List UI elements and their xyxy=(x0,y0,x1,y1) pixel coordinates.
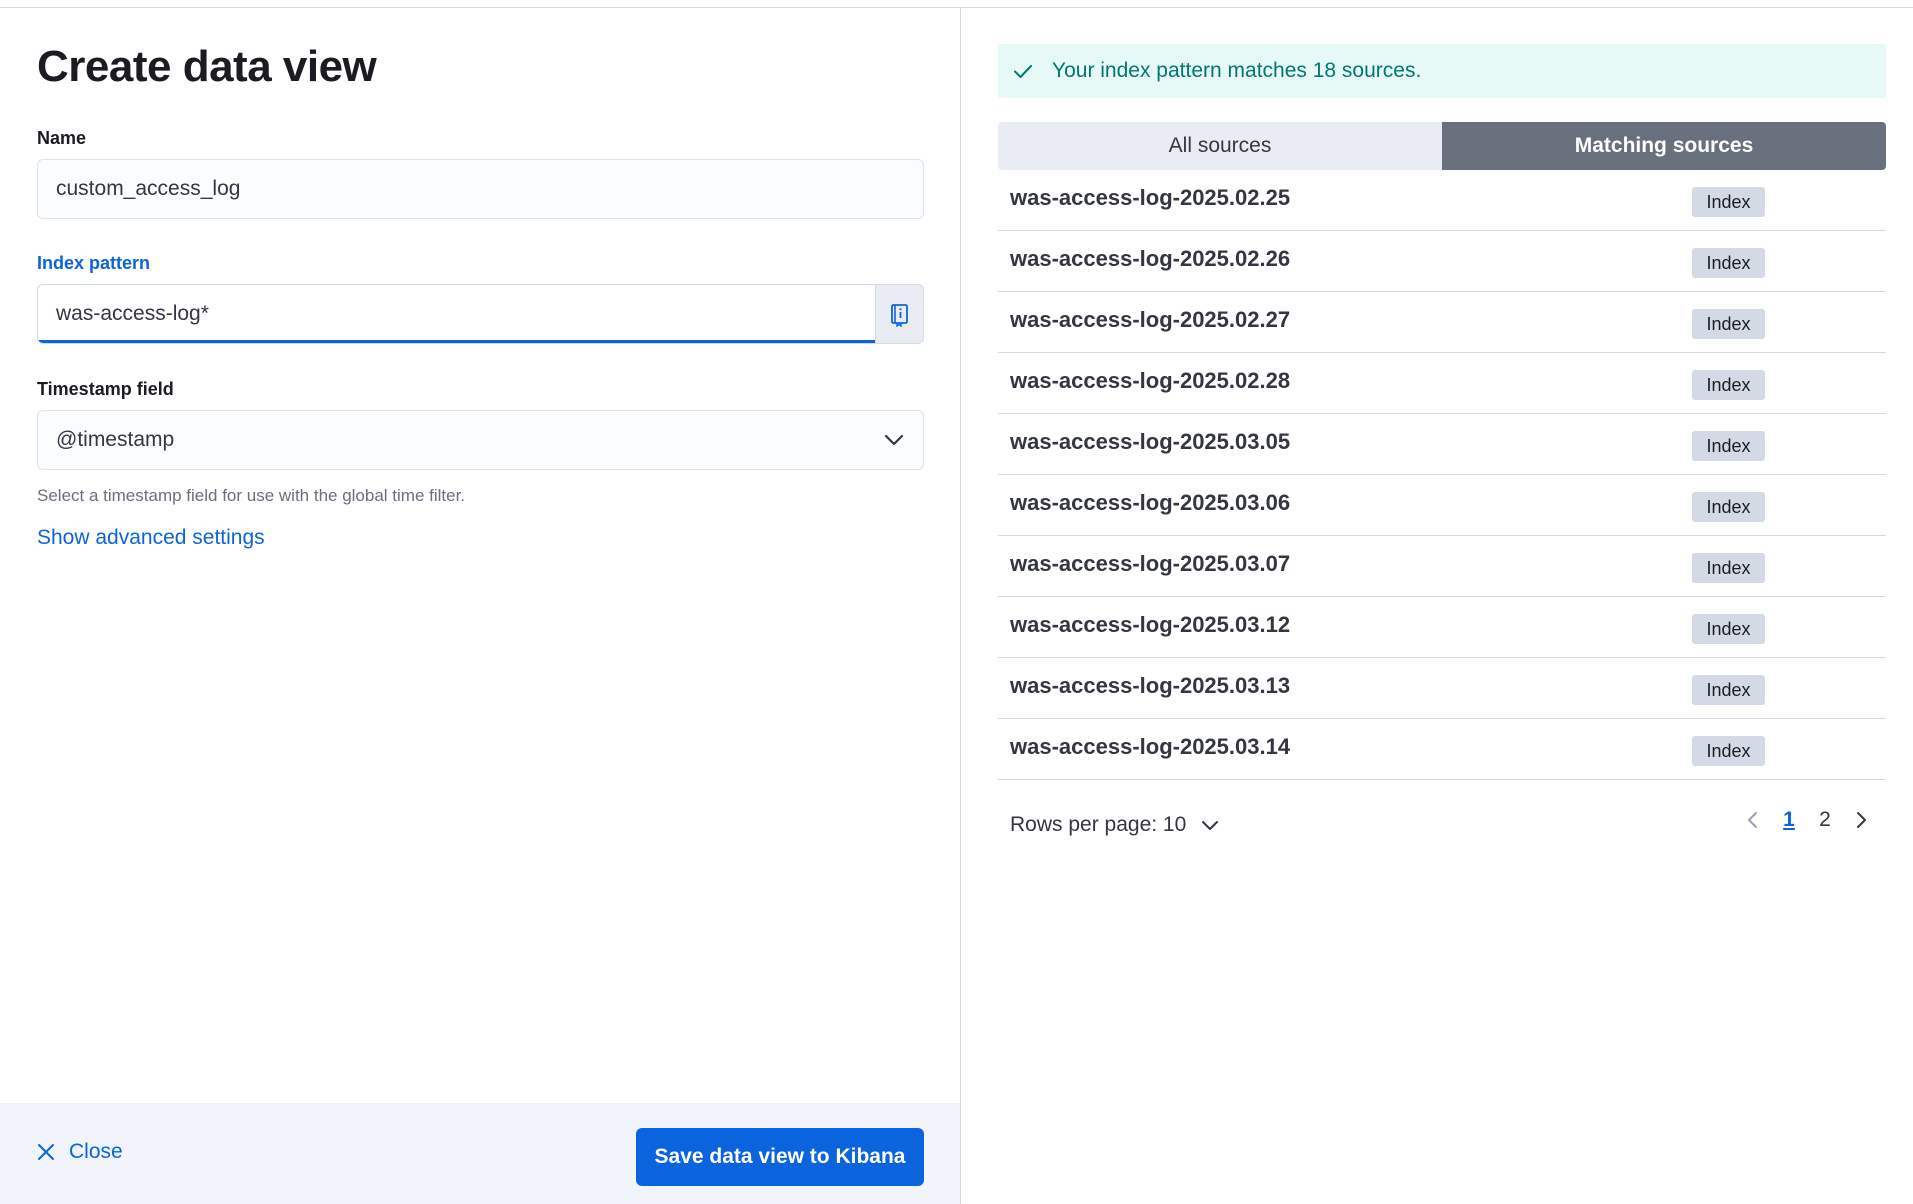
type-badge: Index xyxy=(1692,614,1765,644)
type-badge: Index xyxy=(1692,309,1765,339)
sources-panel: Your index pattern matches 18 sources. A… xyxy=(962,8,1913,1204)
index-pattern-input[interactable]: was-access-log* xyxy=(37,284,924,344)
table-row: was-access-log-2025.02.28 Index xyxy=(998,353,1886,414)
table-row: was-access-log-2025.03.06 Index xyxy=(998,475,1886,536)
type-badge: Index xyxy=(1692,553,1765,583)
source-name: was-access-log-2025.03.06 xyxy=(1010,490,1291,515)
book-info-icon xyxy=(890,304,908,327)
source-name: was-access-log-2025.02.25 xyxy=(1010,185,1291,210)
table-row: was-access-log-2025.02.27 Index xyxy=(998,292,1886,353)
focus-underline xyxy=(38,340,876,343)
tab-all-sources[interactable]: All sources xyxy=(998,122,1442,170)
table-row: was-access-log-2025.03.07 Index xyxy=(998,536,1886,597)
index-pattern-value: was-access-log* xyxy=(56,302,209,325)
index-pattern-label: Index pattern xyxy=(37,253,151,273)
source-name: was-access-log-2025.03.13 xyxy=(1010,673,1291,698)
table-row: was-access-log-2025.03.12 Index xyxy=(998,597,1886,658)
pagination: 1 2 xyxy=(1742,808,1872,832)
save-data-view-button[interactable]: Save data view to Kibana xyxy=(636,1128,924,1186)
table-row: was-access-log-2025.02.25 Index xyxy=(998,170,1886,231)
page-title: Create data view xyxy=(37,42,377,91)
match-callout: Your index pattern matches 18 sources. xyxy=(998,44,1886,98)
name-label: Name xyxy=(37,128,87,148)
timestamp-select[interactable]: @timestamp xyxy=(37,410,924,470)
timestamp-label: Timestamp field xyxy=(37,379,174,399)
timestamp-value: @timestamp xyxy=(56,428,175,451)
top-border xyxy=(0,0,1913,8)
source-name: was-access-log-2025.03.14 xyxy=(1010,734,1291,759)
callout-message: Your index pattern matches 18 sources. xyxy=(1052,59,1422,82)
table-row: was-access-log-2025.02.26 Index xyxy=(998,231,1886,292)
type-badge: Index xyxy=(1692,492,1765,522)
chevron-down-icon xyxy=(1202,821,1219,830)
table-row: was-access-log-2025.03.13 Index xyxy=(998,658,1886,719)
tab-matching-sources[interactable]: Matching sources xyxy=(1442,122,1886,170)
table-row: was-access-log-2025.03.14 Index xyxy=(998,719,1886,780)
name-value: custom_access_log xyxy=(56,177,241,200)
type-badge: Index xyxy=(1692,187,1765,217)
chevron-down-icon xyxy=(884,434,904,446)
close-icon xyxy=(38,1144,54,1160)
page-1-button[interactable]: 1 xyxy=(1778,808,1800,832)
type-badge: Index xyxy=(1692,736,1765,766)
source-name: was-access-log-2025.03.05 xyxy=(1010,429,1291,454)
page-2-button[interactable]: 2 xyxy=(1814,808,1836,832)
close-button[interactable]: Close xyxy=(37,1140,123,1164)
create-data-view-form: Create data view Name custom_access_log … xyxy=(0,8,961,1204)
sources-table: was-access-log-2025.02.25 Index was-acce… xyxy=(998,170,1886,780)
timestamp-help-text: Select a timestamp field for use with th… xyxy=(37,486,466,505)
sources-tabs: All sources Matching sources xyxy=(998,122,1886,170)
rows-per-page-button[interactable]: Rows per page: 10 xyxy=(1010,813,1220,837)
table-row: was-access-log-2025.03.05 Index xyxy=(998,414,1886,475)
previous-page-icon[interactable] xyxy=(1742,809,1764,831)
name-input[interactable]: custom_access_log xyxy=(37,159,924,219)
type-badge: Index xyxy=(1692,431,1765,461)
type-badge: Index xyxy=(1692,675,1765,705)
show-advanced-settings-link[interactable]: Show advanced settings xyxy=(37,526,265,550)
source-name: was-access-log-2025.02.27 xyxy=(1010,307,1291,332)
source-name: was-access-log-2025.03.07 xyxy=(1010,551,1291,576)
close-label: Close xyxy=(69,1140,123,1163)
source-name: was-access-log-2025.03.12 xyxy=(1010,612,1291,637)
source-name: was-access-log-2025.02.26 xyxy=(1010,246,1291,271)
type-badge: Index xyxy=(1692,370,1765,400)
source-name: was-access-log-2025.02.28 xyxy=(1010,368,1291,393)
type-badge: Index xyxy=(1692,248,1765,278)
index-pattern-help-button[interactable] xyxy=(875,285,923,343)
form-footer: Close Save data view to Kibana xyxy=(0,1103,960,1204)
rows-per-page-label: Rows per page: 10 xyxy=(1010,813,1187,836)
check-icon xyxy=(1014,65,1032,78)
next-page-icon[interactable] xyxy=(1850,809,1872,831)
